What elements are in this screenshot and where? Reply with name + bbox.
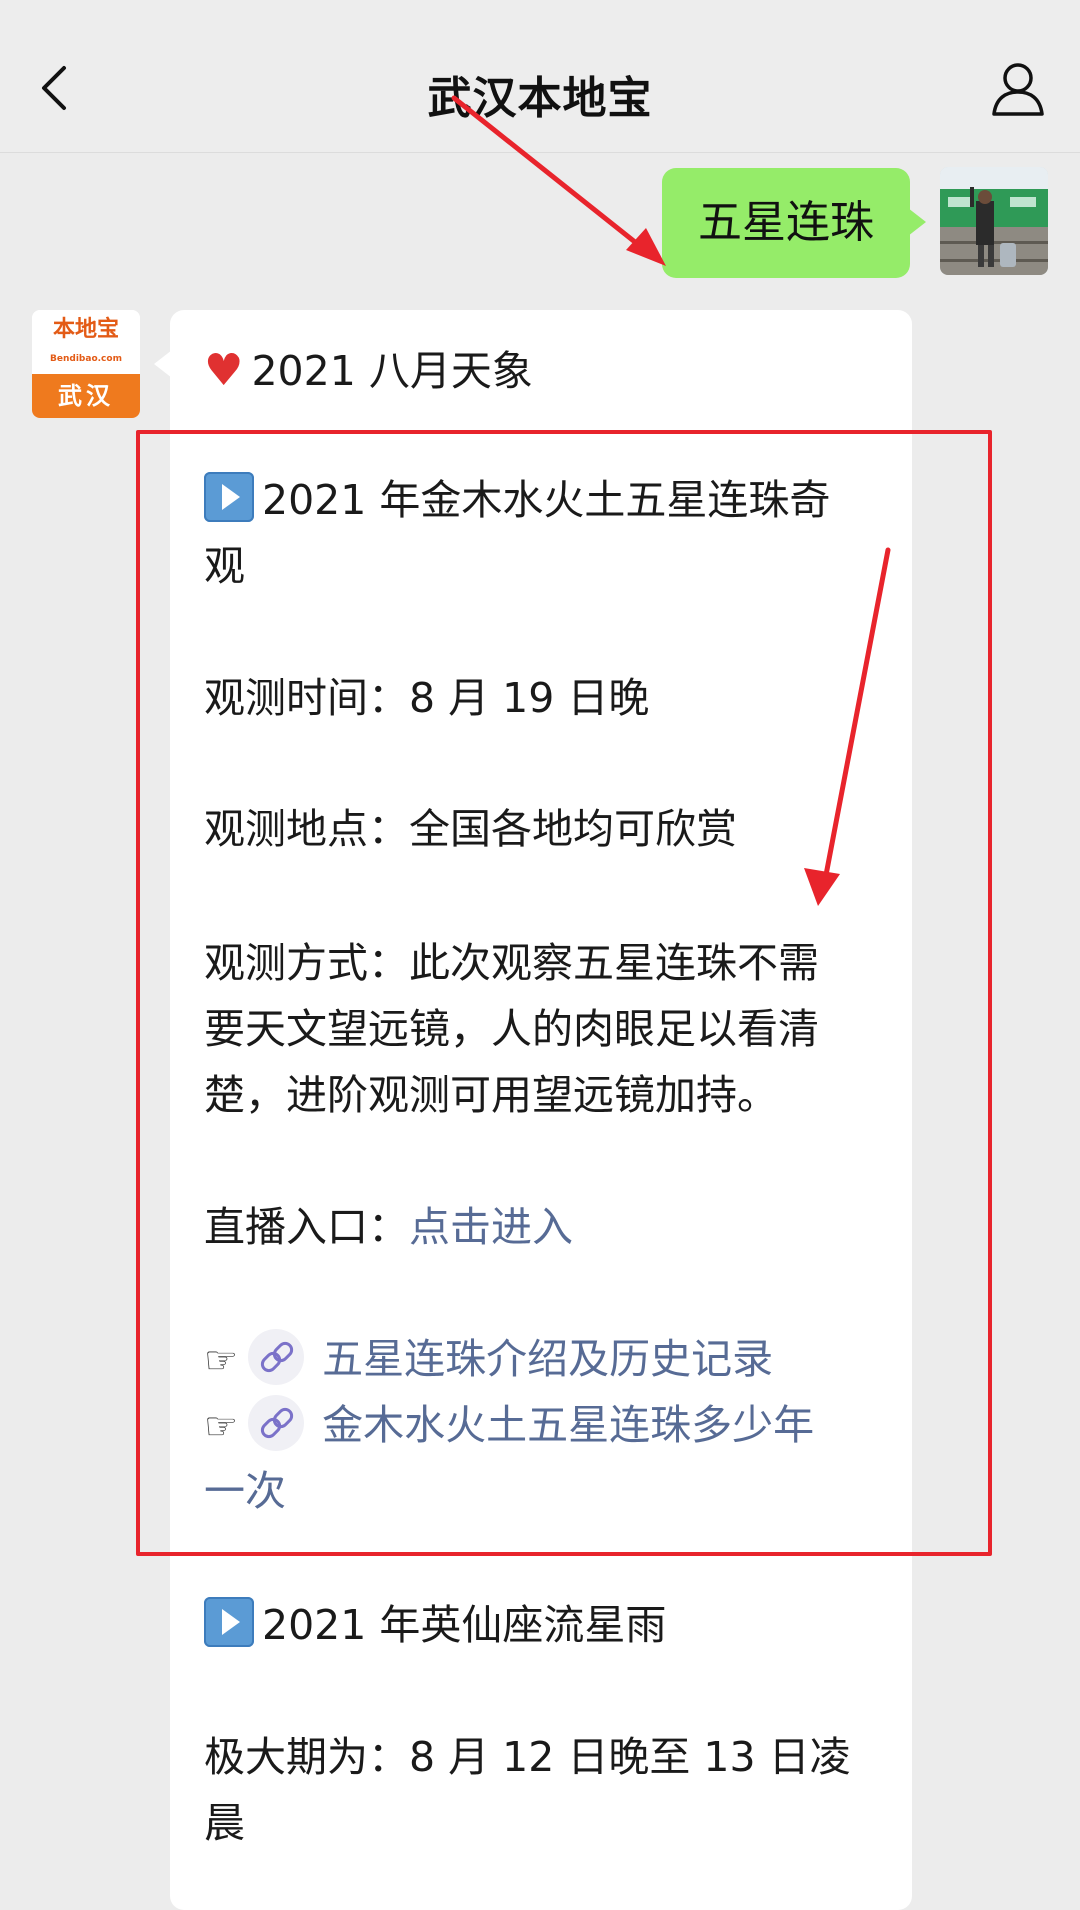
observation-method-line2: 要天文望远镜，人的肉眼足以看清 (204, 1005, 819, 1053)
mini-program-link-icon (248, 1395, 305, 1451)
heart-icon: ♥ (204, 345, 244, 396)
person-icon[interactable] (986, 56, 1050, 120)
top-navigation-bar: 武汉本地宝 (0, 0, 1080, 153)
avatar-city-label: 武汉 (32, 374, 140, 418)
section2-title-text: 2021 年英仙座流星雨 (262, 1601, 667, 1649)
frequency-link-line2[interactable]: 一次 (204, 1458, 884, 1524)
section1-title-text: 2021 年金木水火土五星连珠奇 (262, 476, 831, 524)
live-entry-row: 直播入口：点击进入 (204, 1194, 884, 1260)
official-account-avatar[interactable]: 本地宝 Bendibao.com 武汉 (32, 310, 140, 418)
observation-place: 观测地点：全国各地均可欣赏 (204, 805, 737, 853)
reply-heading-text: 2021 八月天象 (251, 347, 533, 395)
user-message-bubble[interactable]: 五星连珠 (662, 168, 926, 278)
observation-method-line1: 观测方式：此次观察五星连珠不需 (204, 939, 819, 987)
observation-time: 观测时间：8 月 19 日晚 (204, 674, 650, 722)
avatar-logo-subtext: Bendibao.com (50, 354, 122, 364)
user-avatar[interactable] (940, 167, 1048, 275)
history-link[interactable]: 五星连珠介绍及历史记录 (322, 1335, 773, 1383)
mini-program-link-icon (248, 1329, 305, 1385)
section1-title-line1: 2021 年金木水火土五星连珠奇 (204, 467, 884, 533)
frequency-link[interactable]: 金木水火土五星连珠多少年 (322, 1401, 814, 1449)
pointing-hand-icon: ☞ (204, 1338, 239, 1382)
section1-title-line2: 观 (204, 542, 245, 590)
meteor-peak-line1: 极大期为：8 月 12 日晚至 13 日凌 (204, 1733, 851, 1781)
link-row-2[interactable]: ☞ 金木水火土五星连珠多少年 (204, 1392, 884, 1459)
live-entry-link[interactable]: 点击进入 (409, 1203, 573, 1251)
user-avatar-photo (940, 167, 1048, 275)
page-title: 武汉本地宝 (427, 73, 653, 124)
play-button-icon (204, 1597, 254, 1647)
pointing-hand-icon: ☞ (204, 1404, 239, 1448)
live-entry-label: 直播入口： (204, 1203, 409, 1251)
reply-heading: ♥ 2021 八月天象 (204, 338, 884, 404)
reply-message-bubble: ♥ 2021 八月天象 2021 年金木水火土五星连珠奇 观 观测时间：8 月 1… (154, 310, 912, 1910)
observation-method-line3: 楚，进阶观测可用望远镜加持。 (204, 1071, 778, 1119)
play-button-icon (204, 472, 254, 522)
section2-title: 2021 年英仙座流星雨 (204, 1592, 884, 1658)
meteor-peak-line2: 晨 (204, 1799, 245, 1847)
link-row-1[interactable]: ☞ 五星连珠介绍及历史记录 (204, 1326, 884, 1393)
